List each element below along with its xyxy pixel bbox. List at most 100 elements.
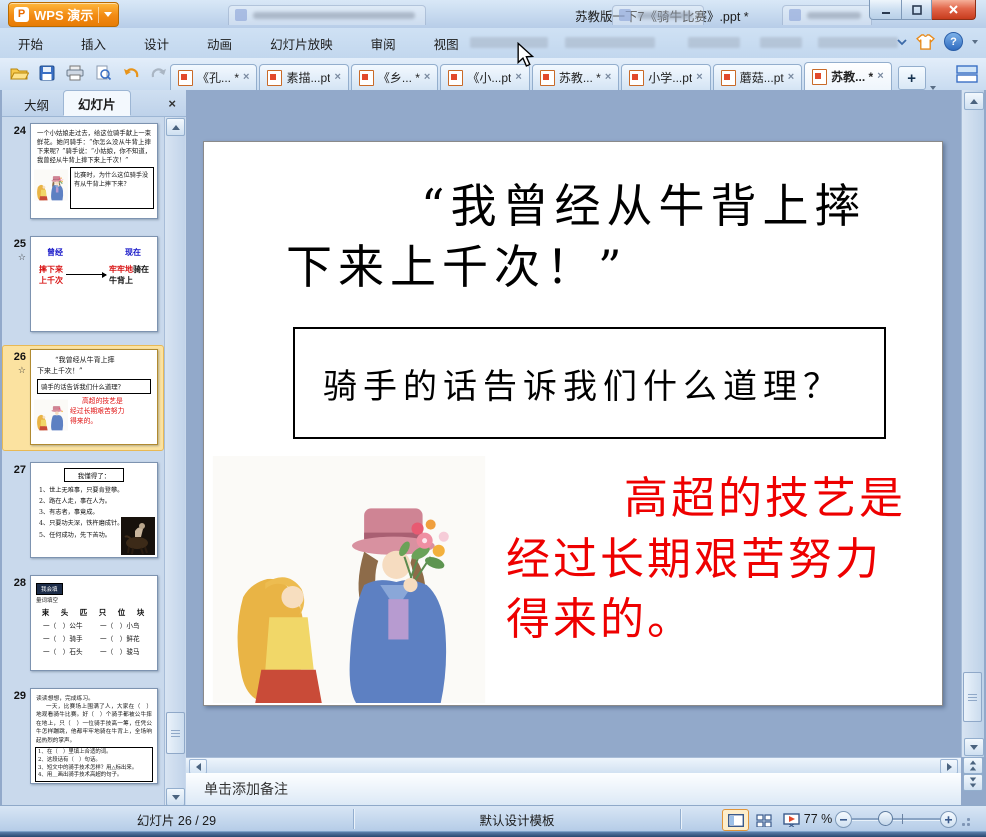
menu-review[interactable]: 审阅 <box>365 31 402 56</box>
doc-tab[interactable]: 《孔... * × <box>170 64 258 90</box>
answer-line-1: 高超的技艺是 <box>624 473 906 524</box>
slide-answer-textbox[interactable]: 高超的技艺是 经过长期艰苦努力 得来的。 <box>506 469 906 651</box>
document-tabs: 《孔... * × 素描...pt × 《乡... * × 《小...pt × 苏教..… <box>170 62 936 90</box>
menu-slideshow[interactable]: 幻灯片放映 <box>264 31 339 56</box>
close-tab-icon[interactable]: × <box>696 72 702 83</box>
background-document-tab[interactable] <box>228 5 426 25</box>
thumbnail-list: 24 一个小姑娘走过去，给这位骑手献上一束鲜花。她问骑手：“你怎么没从牛背上摔下… <box>2 117 164 811</box>
slide-thumbnail-25[interactable]: 25 ☆ 曾经 现在 摔下来 上千次 牢牢地骑在 牛背上 <box>2 236 164 332</box>
zoom-slider-thumb[interactable] <box>878 811 893 826</box>
scroll-down-button[interactable] <box>964 738 984 756</box>
slide-thumbnail-24[interactable]: 24 一个小姑娘走过去，给这位骑手献上一束鲜花。她问骑手：“你怎么没从牛背上摔下… <box>2 123 164 219</box>
doc-tab[interactable]: 苏教... * × <box>531 64 620 90</box>
thumb29-paragraph: 一天，比赛场上围满了人，大家在（ ）地观看骑牛比赛。好（ ）个骑手都被公牛摔在地… <box>36 704 152 744</box>
scroll-left-button[interactable] <box>189 759 207 774</box>
quote-line-1: “我曾经从牛背上摔 <box>421 179 867 233</box>
zoom-in-button[interactable] <box>940 811 957 828</box>
arrange-windows-icon[interactable] <box>956 65 978 83</box>
doc-tab[interactable]: 素描...pt × <box>259 64 349 90</box>
slide-thumbnail-28[interactable]: 28 我会填 量词填空 束 头 匹 只 位 块 一（ ）公牛 一（ ）小鸟 一（ … <box>2 575 164 671</box>
slide-illustration-girl-giving-flowers[interactable] <box>211 456 487 703</box>
undo-button[interactable] <box>120 62 142 84</box>
animation-star-icon: ☆ <box>17 252 26 262</box>
close-tab-icon[interactable]: × <box>877 71 883 82</box>
blurred-toolbar-item <box>470 37 548 48</box>
save-button[interactable] <box>36 62 58 84</box>
menu-view[interactable]: 视图 <box>428 31 465 56</box>
wps-app-button[interactable]: P WPS 演示 <box>8 2 120 27</box>
normal-view-icon <box>727 813 744 827</box>
menu-animation[interactable]: 动画 <box>201 31 238 56</box>
slide-quote-textbox[interactable]: “我曾经从牛背上摔 下来上千次！” <box>286 176 926 298</box>
slide-thumbnail-27[interactable]: 27 我懂得了： 1、世上无难事，只要肯登攀。 2、路在人走，事在人为。 3、有… <box>2 462 164 558</box>
doc-tab-label: 素描...pt <box>286 71 331 85</box>
notes-pane[interactable]: 单击添加备注 <box>186 773 961 806</box>
menu-design[interactable]: 设计 <box>138 31 175 56</box>
help-glyph: ? <box>950 35 957 48</box>
doc-tab[interactable]: 小学...pt × <box>621 64 711 90</box>
close-tab-icon[interactable]: × <box>334 72 340 83</box>
close-button[interactable] <box>932 0 976 20</box>
close-tab-icon[interactable]: × <box>515 72 521 83</box>
print-button[interactable] <box>64 62 86 84</box>
doc-tab[interactable]: 蘑菇...pt × <box>712 64 803 90</box>
scroll-right-button[interactable] <box>940 759 958 774</box>
slide-number: 24 <box>13 125 26 137</box>
thumb26-question: 骑手的话告诉我们什么道理？ <box>37 379 151 394</box>
notes-placeholder: 单击添加备注 <box>204 781 288 797</box>
scrollbar-thumb[interactable] <box>963 672 982 722</box>
plus-icon <box>945 816 952 824</box>
redo-button[interactable] <box>148 62 170 84</box>
open-button[interactable] <box>8 62 30 84</box>
thumbnail: “我曾经从牛背上摔 下来上千次！” 骑手的话告诉我们什么道理？ 高超的技艺是 经过长… <box>30 349 158 445</box>
slide-question-box[interactable]: 骑手的话告诉我们什么道理？ <box>293 327 886 439</box>
blurred-text <box>253 12 415 19</box>
answer-line-2: 经过长期艰苦努力 <box>506 533 882 585</box>
resize-grip[interactable] <box>956 814 970 826</box>
menu-home[interactable]: 开始 <box>12 31 49 56</box>
panel-scrollbar[interactable] <box>164 117 185 806</box>
minimize-button[interactable] <box>869 0 902 20</box>
main-scrollbar-vertical[interactable] <box>961 90 984 757</box>
panel-scrollbar-thumb[interactable] <box>166 712 185 754</box>
slide-thumbnail-29[interactable]: 29 读读想想，完成练习。 一天，比赛场上围满了人，大家在（ ）地观看骑牛比赛。… <box>2 688 164 784</box>
close-panel-icon[interactable]: × <box>168 96 176 111</box>
print-preview-button[interactable] <box>92 62 114 84</box>
doc-tab-label: 苏教... * <box>558 71 601 85</box>
zoom-out-button[interactable] <box>835 811 852 828</box>
new-tab-button[interactable]: + <box>897 66 926 90</box>
doc-tab-active[interactable]: 苏教... * × <box>804 62 892 90</box>
thumbnail: 读读想想，完成练习。 一天，比赛场上围满了人，大家在（ ）地观看骑牛比赛。好（ … <box>30 688 158 784</box>
close-tab-icon[interactable]: × <box>424 72 430 83</box>
next-slide-button[interactable] <box>963 774 983 791</box>
printer-icon <box>66 65 84 81</box>
maximize-button[interactable] <box>902 0 932 20</box>
scroll-up-button[interactable] <box>964 92 984 110</box>
window-controls <box>869 0 976 20</box>
tab-outline[interactable]: 大纲 <box>10 92 63 116</box>
tab-slides[interactable]: 幻灯片 <box>63 90 131 116</box>
panel-scroll-up-button[interactable] <box>166 118 185 136</box>
current-slide[interactable]: “我曾经从牛背上摔 下来上千次！” 骑手的话告诉我们什么道理？ 高超的技艺是 经… <box>203 141 943 706</box>
background-document-tab[interactable] <box>612 5 704 25</box>
close-tab-icon[interactable]: × <box>243 72 249 83</box>
blurred-toolbar-item <box>688 37 740 48</box>
save-floppy-icon <box>39 65 55 81</box>
help-icon[interactable]: ? <box>944 32 963 51</box>
slide-thumbnail-26-selected[interactable]: 26 ☆ “我曾经从牛背上摔 下来上千次！” 骑手的话告诉我们什么道理？ 高超的技艺… <box>2 345 164 451</box>
close-tab-icon[interactable]: × <box>605 72 611 83</box>
doc-tab-label: 《小...pt <box>467 71 512 85</box>
zoom-slider-track[interactable] <box>852 818 940 820</box>
collapse-ribbon-icon[interactable] <box>897 37 907 47</box>
doc-tab[interactable]: 《乡... * × <box>350 64 439 90</box>
panel-scroll-down-button[interactable] <box>166 788 185 806</box>
chevron-down-icon[interactable] <box>972 39 978 44</box>
menu-insert[interactable]: 插入 <box>75 31 112 56</box>
background-document-tab[interactable] <box>782 5 872 25</box>
slide-sorter-view-button[interactable] <box>750 809 777 831</box>
left-arrow-icon <box>195 762 201 771</box>
close-tab-icon[interactable]: × <box>788 72 794 83</box>
previous-slide-button[interactable] <box>963 757 983 774</box>
member-shirt-icon[interactable] <box>916 33 935 50</box>
normal-view-button[interactable] <box>722 809 749 831</box>
